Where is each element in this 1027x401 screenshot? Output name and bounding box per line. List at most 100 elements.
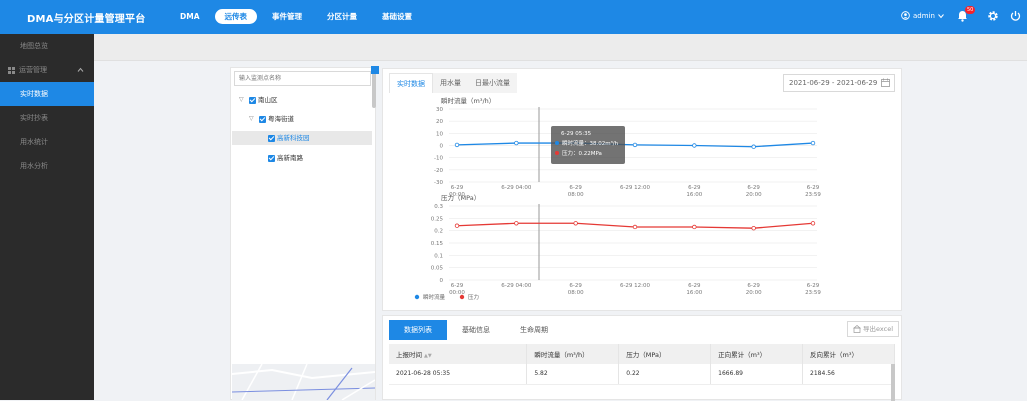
tree-node-label: 粤海街道 xyxy=(268,115,294,123)
data-point xyxy=(454,223,460,228)
legend-marker xyxy=(414,294,420,300)
sidebar-item-realtime-reading[interactable]: 实时抄表 xyxy=(0,106,94,130)
sidebar-item-map-overview[interactable]: 地图总览 xyxy=(0,34,94,58)
checkbox-checked-icon[interactable] xyxy=(268,154,275,162)
monitor-point-search-input[interactable] xyxy=(234,71,371,86)
chevron-down-icon xyxy=(938,13,944,18)
table-row[interactable]: 2021-06-28 05:35 5.82 0.22 1666.89 2184.… xyxy=(389,364,895,385)
data-point xyxy=(632,142,638,148)
nav-remote-meter[interactable]: 远传表 xyxy=(214,9,257,24)
sort-icon[interactable]: ▲▼ xyxy=(424,353,432,359)
tree-node-gaoxin-south[interactable]: 高新南路 xyxy=(232,151,372,165)
tab-data-list[interactable]: 数据列表 xyxy=(389,320,447,340)
caret-down-icon[interactable]: ▽ xyxy=(239,93,247,107)
data-point xyxy=(751,225,756,231)
data-point xyxy=(692,143,697,148)
sidebar-group-operations[interactable]: 运营管理 xyxy=(0,58,94,82)
x-tick-label: 6-29 04:00 xyxy=(501,185,532,191)
column-header-report-time[interactable]: 上报时间 ▲▼ xyxy=(389,344,528,364)
export-icon xyxy=(853,325,861,333)
x-tick-label: 23:59 xyxy=(805,192,821,198)
data-point xyxy=(751,144,756,149)
y-tick-label: -10 xyxy=(434,156,443,162)
legend-marker xyxy=(459,294,465,300)
x-tick-label: 08:00 xyxy=(568,290,584,296)
column-header-flow: 瞬时流量（m³/h） xyxy=(526,344,620,364)
nav-events[interactable]: 事件管理 xyxy=(262,9,312,24)
y-tick-label: 20 xyxy=(436,119,443,125)
tab-basic-info[interactable]: 基础信息 xyxy=(447,320,505,340)
cell-reverse-total: 2184.56 xyxy=(802,364,895,385)
charts-canvas[interactable]: 瞬时流量（m³/h）3020100-10-20-306-2900:006-29 … xyxy=(383,69,903,312)
map-roads-image xyxy=(232,364,375,400)
collapse-tree-button[interactable] xyxy=(371,66,379,74)
cell-report-time: 2021-06-28 05:35 xyxy=(389,364,528,385)
notification-badge: 50 xyxy=(965,6,976,14)
tree-node-hitech-park[interactable]: 高新科技园 xyxy=(232,131,372,145)
x-tick-label: 6-29 xyxy=(569,185,582,191)
x-tick-label: 6-29 xyxy=(807,185,820,191)
tree-node-yuehai[interactable]: ▽ 粤海街道 xyxy=(249,112,369,126)
checkbox-checked-icon[interactable] xyxy=(268,134,275,142)
settings-button[interactable] xyxy=(987,10,999,24)
sidebar-item-water-analysis[interactable]: 用水分析 xyxy=(0,154,94,178)
y-tick-label: 0.15 xyxy=(431,241,444,247)
x-tick-label: 23:59 xyxy=(805,290,821,296)
y-tick-label: 10 xyxy=(436,131,443,137)
sidebar-item-realtime-data[interactable]: 实时数据 xyxy=(0,82,94,106)
cell-pressure: 0.22 xyxy=(618,364,712,385)
caret-down-icon[interactable]: ▽ xyxy=(249,112,257,126)
legend-label: 瞬时流量 xyxy=(423,293,446,301)
user-menu[interactable]: admin xyxy=(901,11,944,20)
export-excel-button[interactable]: 导出excel xyxy=(847,321,899,337)
x-tick-label: 6-29 xyxy=(688,283,701,289)
gear-icon xyxy=(988,11,998,21)
y-tick-label: 0.2 xyxy=(434,229,443,235)
logout-button[interactable] xyxy=(1010,10,1021,24)
column-label: 上报时间 xyxy=(396,351,422,359)
checkbox-checked-icon[interactable] xyxy=(259,115,266,123)
tree-scrollbar[interactable] xyxy=(372,68,376,108)
cell-flow: 5.82 xyxy=(526,364,620,385)
tree-node-label: 高新南路 xyxy=(277,154,303,162)
chart-title: 压力（MPa） xyxy=(441,193,480,202)
table-tabs: 数据列表 基础信息 生命周期 xyxy=(389,320,563,340)
user-icon xyxy=(901,11,910,20)
map-thumbnail[interactable] xyxy=(232,364,375,400)
data-table-panel: 数据列表 基础信息 生命周期 导出excel 上报时间 ▲▼ 瞬时流量（m³/h）… xyxy=(382,315,902,401)
x-tick-label: 16:00 xyxy=(686,192,702,198)
nav-basic-settings[interactable]: 基础设置 xyxy=(372,9,422,24)
x-tick-label: 20:00 xyxy=(746,290,762,296)
notifications-button[interactable]: 50 xyxy=(957,6,976,24)
tree-node-label: 高新科技园 xyxy=(277,134,310,142)
x-tick-label: 6-29 xyxy=(569,283,582,289)
y-tick-label: 0 xyxy=(440,144,444,150)
tooltip-time: 6-29 05:35 xyxy=(561,131,592,137)
grid-icon xyxy=(8,66,15,74)
tab-lifecycle[interactable]: 生命周期 xyxy=(505,320,563,340)
checkbox-checked-icon[interactable] xyxy=(249,96,256,104)
tooltip-pressure-dot xyxy=(555,151,559,155)
nav-dma[interactable]: DMA xyxy=(170,9,210,24)
data-point xyxy=(514,221,519,226)
chevron-up-icon xyxy=(77,67,84,72)
tree-node-nanshan[interactable]: ▽ 南山区 xyxy=(239,93,369,107)
power-icon xyxy=(1010,11,1021,21)
x-tick-label: 6-29 xyxy=(688,185,701,191)
y-tick-label: -20 xyxy=(434,168,443,174)
sidebar-item-water-stats[interactable]: 用水统计 xyxy=(0,130,94,154)
data-point xyxy=(632,224,638,230)
nav-zone-metering[interactable]: 分区计量 xyxy=(317,9,367,24)
export-label: 导出excel xyxy=(863,325,893,333)
x-tick-label: 6-29 xyxy=(451,283,464,289)
main-nav: DMA 远传表 事件管理 分区计量 基础设置 xyxy=(170,9,427,24)
data-point xyxy=(454,142,460,148)
tooltip-pressure: 压力：0.22MPa xyxy=(562,149,602,157)
column-header-forward-total: 正向累计（m³） xyxy=(710,344,804,364)
table-scrollbar[interactable] xyxy=(891,364,895,401)
tree-node-label: 南山区 xyxy=(258,96,278,104)
tooltip-flow: 瞬时流量：38.02m³/h xyxy=(562,139,619,147)
legend-label: 压力 xyxy=(468,293,479,301)
x-tick-label: 6-29 xyxy=(747,283,760,289)
x-tick-label: 6-29 12:00 xyxy=(620,283,651,289)
